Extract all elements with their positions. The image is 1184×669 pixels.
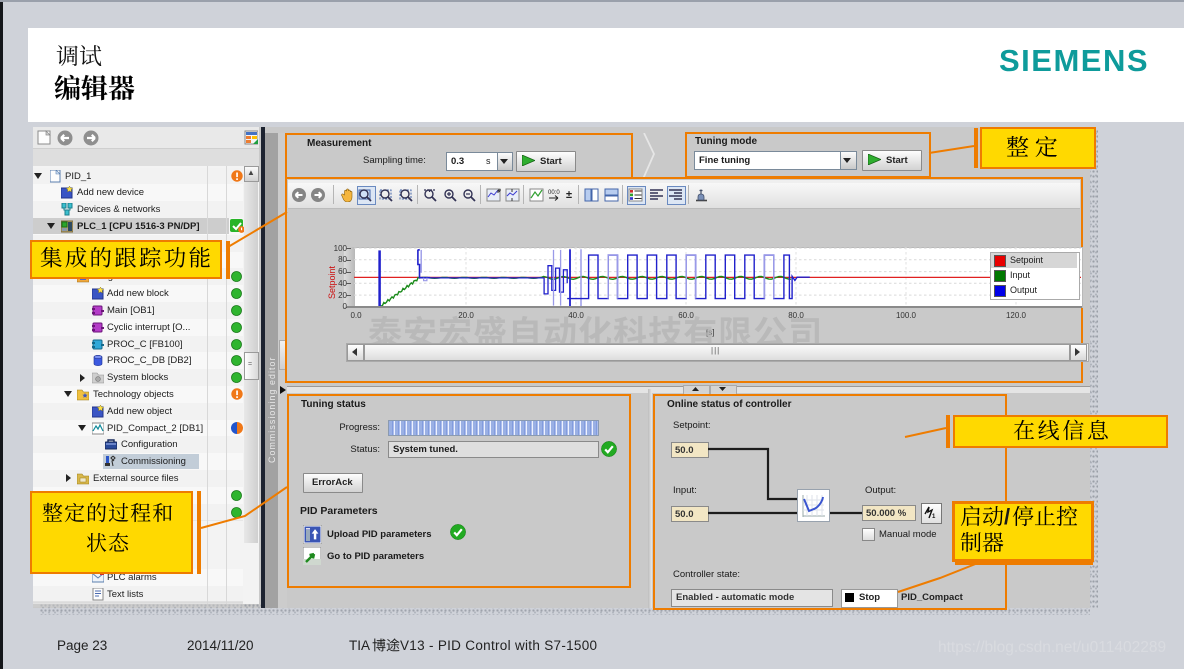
- svg-text:1: 1: [932, 514, 936, 519]
- svg-text:00:0: 00:0: [548, 190, 560, 196]
